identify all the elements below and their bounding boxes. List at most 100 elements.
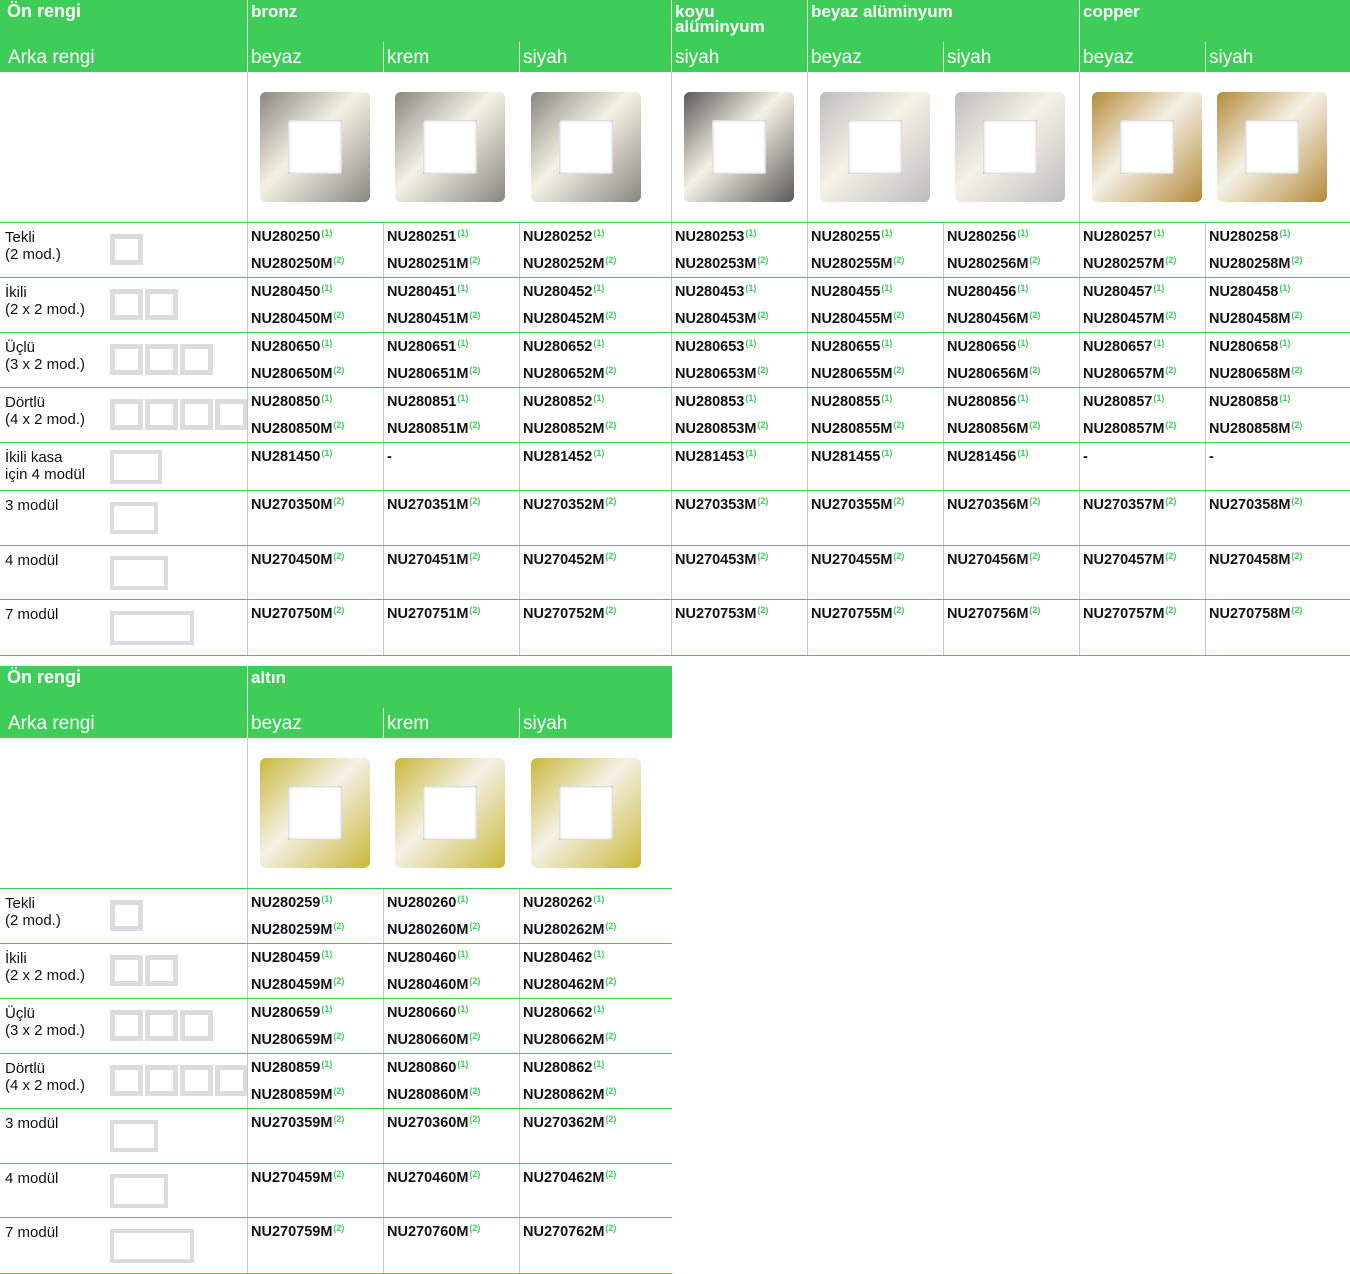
product-code-cell: NU270757M(2) [1079, 600, 1205, 655]
product-code-text: NU280462M [523, 977, 605, 993]
product-code: NU280662M(2) [523, 1031, 616, 1048]
product-code-text: - [387, 449, 392, 465]
product-code: NU280850(1) [251, 393, 332, 410]
product-code: NU270758M(2) [1209, 605, 1302, 622]
frame-image [531, 758, 641, 868]
footnote-marker: (2) [1291, 551, 1303, 561]
product-code: NU280859(1) [251, 1059, 332, 1076]
footnote-marker: (2) [469, 921, 481, 931]
product-code-cell: NU280450(1) NU280450M(2) [247, 278, 383, 332]
product-code-text: NU280853 [675, 394, 745, 410]
module-slot [110, 344, 143, 375]
footnote-marker: (1) [1279, 393, 1291, 403]
product-code-cell: NU280255(1) NU280255M(2) [807, 223, 943, 277]
footnote-marker: (2) [469, 255, 481, 265]
product-code-text: NU280451M [387, 311, 469, 327]
footnote-marker: (2) [333, 1169, 345, 1179]
product-code-cell: NU280253(1) NU280253M(2) [671, 223, 807, 277]
product-code: NU270751M(2) [387, 605, 480, 622]
product-code: NU280658(1) [1209, 338, 1290, 355]
product-code: NU280257M(2) [1083, 255, 1176, 272]
product-code: NU280257(1) [1083, 228, 1164, 245]
footnote-marker: (1) [881, 393, 893, 403]
product-code-cell: NU270355M(2) [807, 491, 943, 545]
product-table-main: Ön rengi bronz koyu alüminyum beyaz alüminy… [0, 0, 1350, 656]
product-code-text: NU280258 [1209, 229, 1279, 245]
footnote-marker: (2) [605, 420, 617, 430]
product-code-text: NU270355M [811, 497, 893, 513]
footnote-marker: (2) [605, 1086, 617, 1096]
module-slot [110, 1010, 143, 1041]
product-code-text: NU280858M [1209, 421, 1291, 437]
product-code: NU280252(1) [523, 228, 605, 245]
frame-image-row [0, 738, 672, 888]
product-code-cell: NU280859(1) NU280859M(2) [247, 1054, 383, 1108]
module-slot [110, 1120, 158, 1152]
footnote-marker: (1) [1153, 338, 1165, 348]
product-code-text: NU280257 [1083, 229, 1153, 245]
product-code-cell: NU280458(1) NU280458M(2) [1205, 278, 1350, 332]
footnote-marker: (2) [469, 1031, 481, 1041]
product-code: NU280657M(2) [1083, 365, 1176, 382]
product-code-text: - [1209, 449, 1214, 465]
footnote-marker: (1) [457, 228, 469, 238]
product-code: NU270357M(2) [1083, 496, 1176, 513]
product-code: NU280859M(2) [251, 1086, 344, 1103]
product-code-text: NU280657M [1083, 366, 1165, 382]
product-code: NU270458M(2) [1209, 551, 1303, 568]
product-code: NU270452M(2) [523, 551, 616, 568]
frame-image-row [0, 72, 1350, 222]
product-code-text: NU280260M [387, 922, 469, 938]
product-code-cell: NU270462M(2) [519, 1164, 671, 1217]
product-code: NU280653M(2) [675, 365, 768, 382]
footnote-marker: (1) [593, 1004, 605, 1014]
product-code: NU281452(1) [523, 448, 604, 465]
front-color-group: koyu alüminyum [671, 0, 807, 42]
product-code-text: NU270359M [251, 1115, 333, 1131]
module-slot [180, 1010, 213, 1041]
product-code: NU280452(1) [523, 283, 604, 300]
product-code-cell: NU280851(1) NU280851M(2) [383, 388, 519, 442]
module-slot [180, 399, 213, 430]
product-code-cell: NU270762M(2) [519, 1218, 671, 1273]
footnote-marker: (1) [1279, 283, 1291, 293]
footnote-marker: (2) [469, 496, 481, 506]
footnote-marker: (1) [593, 228, 605, 238]
product-code-cell: NU270362M(2) [519, 1109, 671, 1163]
product-code: NU270355M(2) [811, 496, 904, 513]
product-code-text: NU270457M [1083, 552, 1165, 568]
product-code: NU280256M(2) [947, 255, 1040, 272]
product-code: NU280462(1) [523, 949, 605, 966]
product-code-text: NU280855 [811, 394, 881, 410]
row-label: 4 modül [5, 552, 59, 569]
product-code: NU270762M(2) [523, 1223, 616, 1240]
product-code-text: NU280255 [811, 229, 881, 245]
footnote-marker: (2) [469, 1223, 481, 1233]
product-code: NU280253M(2) [675, 255, 768, 272]
product-code: NU280255(1) [811, 228, 892, 245]
footnote-marker: (2) [469, 365, 481, 375]
product-code-text: NU270753M [675, 606, 757, 622]
footnote-marker: (1) [457, 949, 469, 959]
footnote-marker: (2) [1165, 420, 1177, 430]
product-code-cell: NU280862(1) NU280862M(2) [519, 1054, 671, 1108]
footnote-marker: (1) [593, 949, 605, 959]
product-code: NU280262(1) [523, 894, 604, 911]
product-code-cell: NU280852(1) NU280852M(2) [519, 388, 671, 442]
product-code-text: NU270451M [387, 552, 469, 568]
footnote-marker: (2) [469, 976, 481, 986]
product-code-cell: NU280453(1) NU280453M(2) [671, 278, 807, 332]
product-code-text: NU280659M [251, 1032, 333, 1048]
product-code: NU280858(1) [1209, 393, 1291, 410]
product-code-cell: NU280858(1) NU280858M(2) [1205, 388, 1350, 442]
product-code: NU280457M(2) [1083, 310, 1176, 327]
product-code-text: NU280851 [387, 394, 457, 410]
front-color-label: Ön rengi [7, 1, 82, 21]
module-slot [110, 556, 168, 590]
product-code-cell: NU280456(1) NU280456M(2) [943, 278, 1079, 332]
product-code-text: NU281456 [947, 449, 1017, 465]
footnote-marker: (2) [469, 1086, 481, 1096]
footnote-marker: (1) [457, 338, 469, 348]
footnote-marker: (1) [321, 1004, 333, 1014]
product-code: NU270750M(2) [251, 605, 344, 622]
